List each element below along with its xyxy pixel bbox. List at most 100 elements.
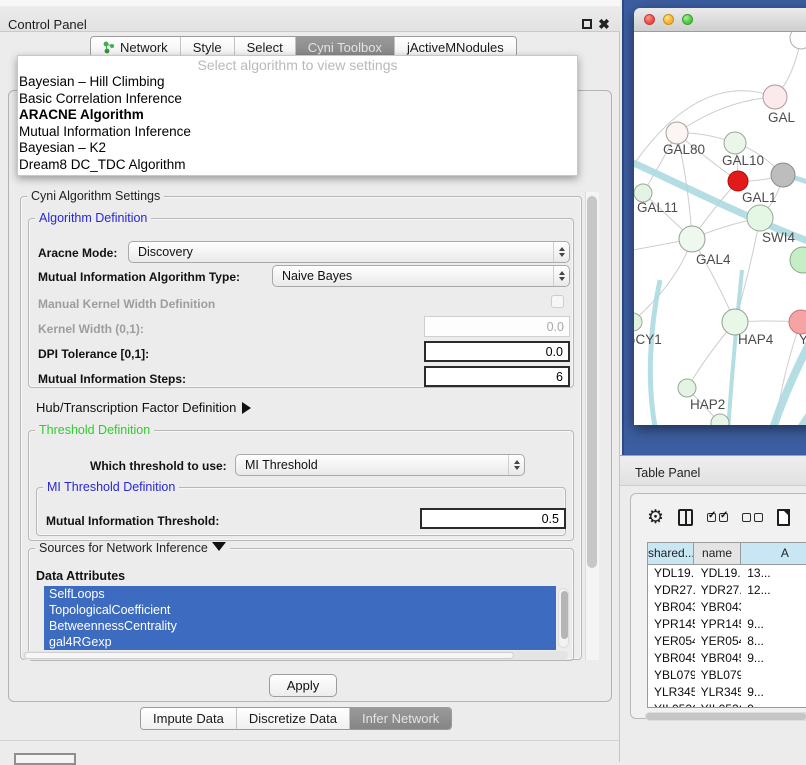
mi-threshold-input[interactable] xyxy=(420,508,566,529)
dropdown-item[interactable]: Bayesian – K2 xyxy=(18,140,577,157)
table-row[interactable]: YDL19...YDL19...13... xyxy=(648,565,806,582)
tab-impute-data[interactable]: Impute Data xyxy=(141,708,237,729)
table-cell: YBL079W xyxy=(648,667,695,684)
table-cell: YBR045C xyxy=(695,650,742,667)
network-node[interactable] xyxy=(678,379,696,397)
network-edge xyxy=(634,239,692,322)
zoom-traffic-icon[interactable] xyxy=(682,14,693,25)
dropdown-item[interactable]: Basic Correlation Inference xyxy=(18,91,577,108)
table-cell xyxy=(741,667,806,684)
network-node-label: GAL1 xyxy=(742,190,777,205)
hub-definition-label: Hub/Transcription Factor Definition xyxy=(36,400,236,415)
apply-button[interactable]: Apply xyxy=(269,674,337,697)
node-table: shared...nameA YDL19...YDL19...13...YDR2… xyxy=(647,542,806,708)
table-row[interactable]: YLR345WYLR345W9... xyxy=(648,684,806,701)
network-node-label: Y xyxy=(799,332,806,347)
network-node-label: SWI4 xyxy=(762,230,795,245)
attribute-item[interactable]: gal4RGexp xyxy=(44,634,556,650)
network-node-label: GAL xyxy=(768,110,796,125)
tab-label: jActiveMNodules xyxy=(407,40,504,55)
which-threshold-select[interactable]: MI Threshold xyxy=(235,454,525,476)
aracne-mode-select[interactable]: Discovery xyxy=(128,241,570,263)
mi-steps-input[interactable] xyxy=(424,366,570,387)
control-panel-titlebar: Control Panel ✖ xyxy=(0,6,620,32)
network-node[interactable] xyxy=(763,85,787,109)
dropdown-item[interactable]: Dream8 DC_TDC Algorithm xyxy=(18,157,577,174)
network-node[interactable] xyxy=(634,313,642,331)
sources-toggle[interactable]: Sources for Network Inference xyxy=(35,541,230,555)
attribute-item[interactable]: BetweennessCentrality xyxy=(44,618,556,634)
network-node-label: GCY1 xyxy=(634,332,662,347)
table-cell: YBR043C xyxy=(695,599,742,616)
tab-label: Network xyxy=(120,40,168,55)
table-panel-titlebar: Table Panel xyxy=(620,458,806,486)
tab-discretize-data[interactable]: Discretize Data xyxy=(237,708,350,729)
network-node-label: GAL11 xyxy=(637,200,678,215)
dropdown-item[interactable]: Bayesian – Hill Climbing xyxy=(18,74,577,91)
settings-scrollbar-thumb[interactable] xyxy=(587,196,597,568)
table-horizontal-scrollbar[interactable] xyxy=(645,712,806,721)
algorithm-definition-title: Algorithm Definition xyxy=(35,211,151,225)
close-traffic-icon[interactable] xyxy=(644,14,655,25)
table-row[interactable]: YBL079WYBL079W xyxy=(648,667,806,684)
table-panel-title: Table Panel xyxy=(635,466,700,480)
divider xyxy=(0,740,620,741)
table-cell: YPR145W xyxy=(648,616,695,633)
settings-horizontal-scrollbar[interactable] xyxy=(22,651,568,660)
deselect-all-icon[interactable] xyxy=(742,513,763,522)
network-node[interactable] xyxy=(790,32,806,49)
column-header[interactable]: A xyxy=(741,543,806,564)
table-row[interactable]: YER054CYER054C8... xyxy=(648,633,806,650)
minimize-traffic-icon[interactable] xyxy=(663,14,674,25)
network-window-titlebar[interactable] xyxy=(634,8,806,32)
network-node[interactable] xyxy=(728,171,748,191)
table-row[interactable]: YBR045CYBR045C9... xyxy=(648,650,806,667)
column-selector-icon[interactable] xyxy=(678,509,693,526)
column-header[interactable]: name xyxy=(694,543,740,564)
table-row[interactable]: YPR145WYPR145W9... xyxy=(648,616,806,633)
table-row[interactable]: YIL052CYIL052C9... xyxy=(648,701,806,708)
network-node[interactable] xyxy=(679,226,705,252)
table-row[interactable]: YBR043CYBR043C xyxy=(648,599,806,616)
network-node[interactable] xyxy=(790,247,806,273)
attribute-item[interactable]: TopologicalCoefficient xyxy=(44,602,556,618)
mi-steps-label: Mutual Information Steps: xyxy=(38,372,186,386)
mi-algorithm-type-select[interactable]: Naive Bayes xyxy=(272,265,570,287)
select-all-icon[interactable] xyxy=(707,513,728,522)
minimized-panel-stub[interactable] xyxy=(14,753,76,765)
table-cell: YBR045C xyxy=(648,650,695,667)
which-threshold-value: MI Threshold xyxy=(236,458,508,472)
table-cell: 13... xyxy=(741,565,806,582)
expanded-arrow-icon xyxy=(212,542,226,551)
network-node[interactable] xyxy=(724,132,746,154)
table-cell: 8... xyxy=(741,633,806,650)
tab-infer-network[interactable]: Infer Network xyxy=(350,708,451,729)
network-node[interactable] xyxy=(771,163,795,187)
algorithm-dropdown: Select algorithm to view settings Bayesi… xyxy=(17,55,578,176)
stepper-arrows-icon xyxy=(508,455,524,475)
manual-kernel-width-label: Manual Kernel Width Definition xyxy=(38,297,215,311)
float-window-icon[interactable] xyxy=(582,19,592,29)
column-header[interactable]: shared... xyxy=(648,543,694,564)
export-table-icon[interactable] xyxy=(777,509,790,526)
attribute-item[interactable]: SelfLoops xyxy=(44,586,556,602)
network-node[interactable] xyxy=(666,122,688,144)
network-canvas[interactable]: GALGAL80GAL10GAL1GAL11SWI4GAL4GCY1HAP4YH… xyxy=(634,32,806,425)
close-icon[interactable]: ✖ xyxy=(598,18,610,30)
network-node[interactable] xyxy=(747,205,773,231)
dropdown-item[interactable]: Mutual Information Inference xyxy=(18,124,577,141)
network-edge xyxy=(677,97,775,133)
attributes-scrollbar[interactable] xyxy=(558,588,569,648)
table-cell: 9... xyxy=(741,650,806,667)
gear-icon[interactable]: ⚙ xyxy=(647,508,664,527)
table-row[interactable]: YDR27...YDR27...12... xyxy=(648,582,806,599)
table-cell: YLR345W xyxy=(695,684,742,701)
network-node[interactable] xyxy=(789,310,806,334)
hub-definition-toggle[interactable]: Hub/Transcription Factor Definition xyxy=(36,400,251,415)
dropdown-item[interactable]: ARACNE Algorithm xyxy=(18,107,577,124)
table-cell: YIL052C xyxy=(648,701,695,708)
mi-algorithm-type-label: Mutual Information Algorithm Type: xyxy=(38,270,240,284)
dpi-tolerance-input[interactable] xyxy=(424,341,570,362)
control-panel: Control Panel ✖ NetworkStyleSelectCyni T… xyxy=(0,0,620,762)
table-cell: YDL19... xyxy=(648,565,695,582)
